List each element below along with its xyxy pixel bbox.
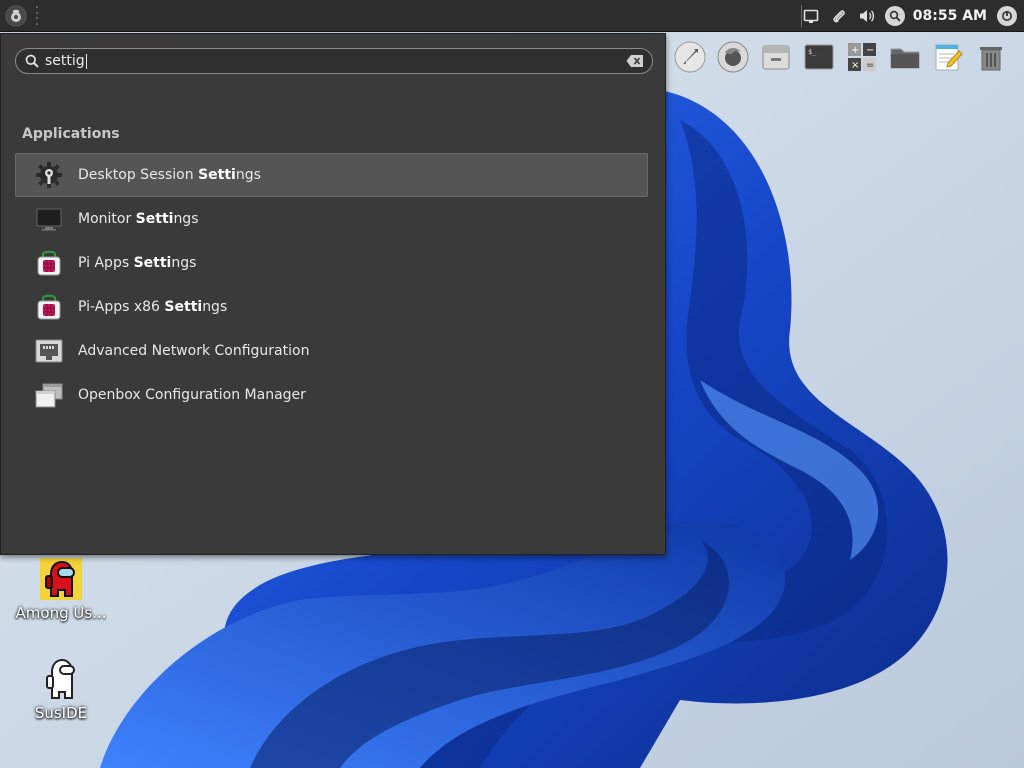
pi-apps-icon [34, 248, 64, 278]
text-editor-icon[interactable] [930, 39, 966, 75]
rocket-icon[interactable] [672, 39, 708, 75]
windows-icon [34, 380, 64, 410]
search-input[interactable]: settig [45, 53, 85, 69]
gear-wrench-icon [34, 160, 64, 190]
firefox-icon[interactable] [715, 39, 751, 75]
app-item-monitor-settings[interactable]: Monitor Settings [15, 197, 648, 241]
network-icon [34, 336, 64, 366]
panel-handle[interactable] [35, 5, 38, 27]
svg-text:$_: $_ [808, 48, 817, 56]
power-icon[interactable] [996, 5, 1018, 27]
app-item-desktop-session-settings[interactable]: Desktop Session Settings [15, 153, 648, 197]
app-item-label: Desktop Session Settings [78, 167, 261, 183]
desktop-icon-among-us[interactable]: Among Us... [6, 556, 116, 622]
search-field[interactable]: settig [15, 48, 653, 74]
search-icon [25, 54, 39, 68]
desktop-icon-suside[interactable]: SusIDE [6, 656, 116, 722]
svg-text:×: × [851, 60, 859, 71]
screen-icon[interactable] [800, 5, 822, 27]
file-manager-icon[interactable] [758, 39, 794, 75]
suside-icon [46, 658, 75, 699]
terminal-icon[interactable]: $_ [801, 39, 837, 75]
system-tray: 08:55 AM [797, 0, 1024, 32]
calculator-icon[interactable]: + − × = [844, 39, 880, 75]
dock: $_ + − × = [672, 36, 1016, 78]
svg-text:=: = [866, 60, 874, 71]
clear-text-icon[interactable] [626, 54, 644, 68]
monitor-icon [34, 204, 64, 234]
svg-text:−: − [866, 45, 874, 56]
trash-icon[interactable] [973, 39, 1009, 75]
clip-icon[interactable] [828, 5, 850, 27]
app-item-openbox-configuration-manager[interactable]: Openbox Configuration Manager [15, 373, 648, 417]
desktop-icon-label: SusIDE [34, 704, 88, 722]
clock[interactable]: 08:55 AM [913, 8, 987, 24]
app-item-label: Pi-Apps x86 Settings [78, 299, 228, 315]
search-icon[interactable] [884, 5, 906, 27]
app-item-pi-apps-x86-settings[interactable]: Pi-Apps x86 Settings [15, 285, 648, 329]
folder-icon[interactable] [887, 39, 923, 75]
app-item-label: Monitor Settings [78, 211, 199, 227]
app-item-pi-apps-settings[interactable]: Pi Apps Settings [15, 241, 648, 285]
volume-icon[interactable] [856, 5, 878, 27]
svg-text:+: + [851, 45, 859, 56]
application-menu: settig Applications Desktop Session Sett… [0, 33, 666, 555]
section-title: Applications [22, 126, 120, 142]
text-caret [85, 53, 87, 69]
app-item-advanced-network-configuration[interactable]: Advanced Network Configuration [15, 329, 648, 373]
application-list: Desktop Session Settings Monitor Setting… [15, 153, 648, 417]
raspberry-menu-icon[interactable] [5, 4, 27, 27]
among-us-icon [40, 558, 82, 600]
pi-apps-icon [34, 292, 64, 322]
top-panel: 08:55 AM [0, 0, 1024, 32]
desktop-icon-label: Among Us... [15, 604, 107, 622]
app-item-label: Pi Apps Settings [78, 255, 197, 271]
app-item-label: Advanced Network Configuration [78, 343, 310, 359]
app-item-label: Openbox Configuration Manager [78, 387, 306, 403]
